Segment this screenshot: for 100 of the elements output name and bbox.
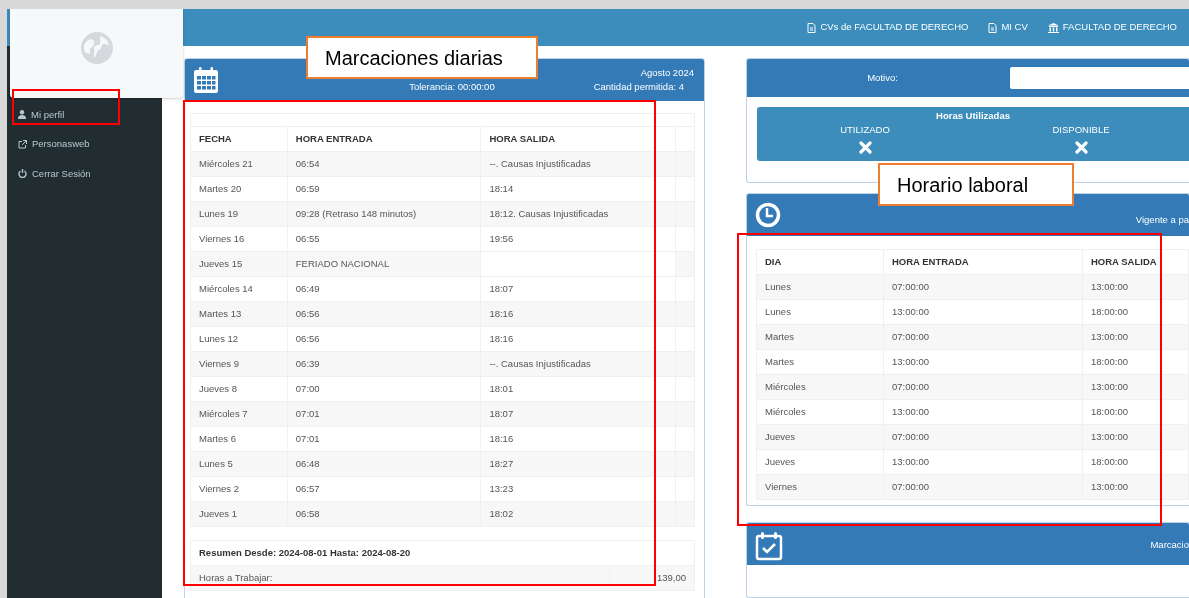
table-cell: Viernes 9 (190, 351, 288, 377)
table-cell: 18:07 (480, 401, 676, 427)
table-cell: 06:49 (287, 276, 481, 302)
table-cell: 07:00 (287, 376, 481, 402)
column-label: DISPONIBLE (1052, 123, 1110, 138)
nav-link[interactable]: MI CV (988, 20, 1028, 35)
month-label: Agosto 2024 (640, 66, 694, 78)
table-cell: 06:57 (287, 476, 481, 502)
table-cell: 18:00:00 (1082, 349, 1189, 375)
document-icon (988, 22, 998, 33)
table-cell: Miércoles 21 (190, 151, 288, 177)
table-cell: 18:16 (480, 426, 676, 452)
table-cell: 06:48 (287, 451, 481, 477)
table-cell: 18:00:00 (1082, 449, 1189, 475)
table-cell: 07:00:00 (883, 474, 1083, 500)
table-cell: Lunes 12 (190, 326, 288, 352)
table-cell: 06:39 (287, 351, 481, 377)
table-cell: 07:01 (287, 426, 481, 452)
sidebar-item[interactable]: Personasweb (7, 129, 162, 159)
table-cell: 19:56 (480, 226, 676, 252)
table-cell: Martes 6 (190, 426, 288, 452)
allowed-count-label: Cantidad permitida: 4 (593, 80, 684, 94)
globe-icon (78, 29, 115, 66)
callout-label: Marcaciones diarias (306, 36, 538, 79)
table-cell: Jueves 1 (190, 501, 288, 527)
column-header: DIA (756, 249, 884, 275)
table-cell: 07:00:00 (883, 274, 1083, 300)
valid-from-label: Vigente a pa (1135, 212, 1189, 227)
table-cell: 06:56 (287, 301, 481, 327)
table-cell: 13:00:00 (883, 349, 1083, 375)
table-cell: 13:00:00 (883, 449, 1083, 475)
column-header: HORA ENTRADA (287, 126, 481, 152)
table-cell: 06:56 (287, 326, 481, 352)
table-cell: 18:07 (480, 276, 676, 302)
column-header: FECHA (190, 126, 288, 152)
table-cell: 18:14 (480, 176, 676, 202)
bank-icon (1047, 22, 1059, 33)
table-cell: Jueves 8 (190, 376, 288, 402)
calendar-check-icon (755, 530, 783, 561)
table-cell: 18:27 (480, 451, 676, 477)
table-cell: 06:55 (287, 226, 481, 252)
table-cell: 09:28 (Retraso 148 minutos) (287, 201, 481, 227)
external-link-icon (18, 139, 27, 149)
table-cell: 13:23 (480, 476, 676, 502)
table-cell: 07:00:00 (883, 324, 1083, 350)
sidebar-item[interactable]: Mi perfil (7, 100, 162, 130)
summary-title: Resumen Desde: 2024-08-01 Hasta: 2024-08-20 (190, 540, 695, 566)
table-cell: 13:00:00 (883, 399, 1083, 425)
reason-label: Motivo: (866, 70, 899, 85)
document-icon (807, 22, 817, 33)
column-header: HORA SALIDA (480, 126, 676, 152)
table-cell: Lunes (756, 274, 884, 300)
table-cell: Miércoles 14 (190, 276, 288, 302)
table-cell: 13:00:00 (883, 299, 1083, 325)
column-header: HORA SALIDA (1082, 249, 1189, 275)
tolerance-label: Tolerancia: 00:00:00 (409, 80, 495, 94)
column-header: HORA ENTRADA (883, 249, 1083, 275)
table-cell: Martes 13 (190, 301, 288, 327)
table-cell: Viernes 16 (190, 226, 288, 252)
close-icon (1074, 140, 1088, 154)
nav-link[interactable]: CVs de FACULTAD DE DERECHO (807, 20, 969, 35)
table-cell: Viernes 2 (190, 476, 288, 502)
table-cell: 18:00:00 (1082, 299, 1189, 325)
table-cell: Jueves (756, 449, 884, 475)
reason-field[interactable] (1010, 67, 1189, 89)
table-cell: 18:16 (480, 326, 676, 352)
panel-title: Marcacio (1150, 537, 1189, 552)
column-label: UTILIZADO (840, 123, 890, 138)
table-cell: Martes (756, 349, 884, 375)
table-cell: 07:00:00 (883, 374, 1083, 400)
callout-label: Horario laboral (878, 163, 1074, 206)
clock-icon (755, 201, 781, 228)
table-cell: 06:54 (287, 151, 481, 177)
table-cell: 06:58 (287, 501, 481, 527)
power-icon (18, 169, 27, 179)
table-cell: --. Causas Injustificadas (480, 351, 676, 377)
table-cell: Martes (756, 324, 884, 350)
sidebar-item[interactable]: Cerrar Sesión (7, 159, 162, 189)
close-icon (858, 140, 872, 154)
table-cell: Lunes 5 (190, 451, 288, 477)
table-cell: Lunes 19 (190, 201, 288, 227)
table-cell: 07:01 (287, 401, 481, 427)
table-cell: 18:16 (480, 301, 676, 327)
table-cell: 18:00:00 (1082, 399, 1189, 425)
table-cell: 07:00:00 (883, 424, 1083, 450)
table-cell: Jueves (756, 424, 884, 450)
table-cell: Jueves 15 (190, 251, 288, 277)
table-cell: Miércoles 7 (190, 401, 288, 427)
table-cell: Lunes (756, 299, 884, 325)
table-cell: 06:59 (287, 176, 481, 202)
table-cell: FERIADO NACIONAL (287, 251, 481, 277)
hours-used-title: Horas Utilizadas (935, 109, 1011, 123)
table-cell: Martes 20 (190, 176, 288, 202)
table-cell: Viernes (756, 474, 884, 500)
user-icon (18, 110, 26, 120)
calendar-icon (193, 66, 219, 94)
nav-link[interactable]: FACULTAD DE DERECHO (1047, 20, 1177, 35)
table-cell: --. Causas Injustificadas (480, 151, 676, 177)
table-cell: Miércoles (756, 399, 884, 425)
table-cell: 18:12. Causas Injustificadas (480, 201, 676, 227)
